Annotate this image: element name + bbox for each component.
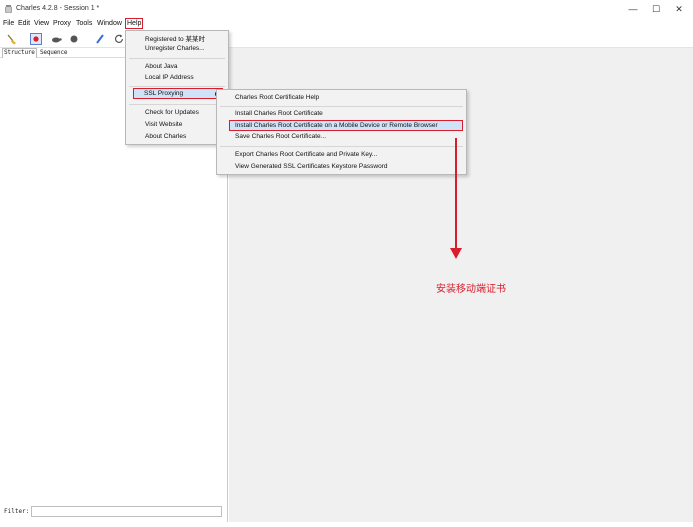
- menu-window[interactable]: Window: [97, 20, 122, 27]
- menu-bar: File Edit View Proxy Tools Window Help: [0, 18, 693, 30]
- minimize-button[interactable]: —: [624, 3, 642, 15]
- ssl-proxying-submenu: Charles Root Certificate Help Install Ch…: [216, 89, 467, 175]
- menu-edit[interactable]: Edit: [18, 20, 30, 27]
- submenu-item-install-mobile-cert-label: Install Charles Root Certificate on a Mo…: [235, 122, 438, 129]
- help-menu: Registered to 某某时 Unregister Charles... …: [125, 30, 229, 145]
- annotation-arrow-down-icon: [450, 248, 462, 259]
- menu-item-visit-website[interactable]: Visit Website: [145, 121, 182, 128]
- toolbar: [0, 30, 693, 48]
- menu-tools[interactable]: Tools: [76, 20, 92, 27]
- annotation-arrow-line: [455, 138, 457, 250]
- filter-bar: Filter:: [0, 503, 227, 520]
- submenu-item-export-cert[interactable]: Export Charles Root Certificate and Priv…: [235, 151, 377, 158]
- menu-separator: [129, 86, 225, 87]
- charles-jug-icon: [5, 5, 12, 13]
- filter-label: Filter:: [4, 508, 30, 515]
- submenu-item-root-cert-help[interactable]: Charles Root Certificate Help: [235, 94, 319, 101]
- menu-item-unregister[interactable]: Unregister Charles...: [145, 45, 205, 52]
- submenu-item-save-root-cert[interactable]: Save Charles Root Certificate...: [235, 133, 326, 140]
- tab-sequence[interactable]: Sequence: [40, 49, 68, 56]
- record-icon: [33, 36, 39, 42]
- pen-icon[interactable]: [94, 33, 106, 45]
- window-title: Charles 4.2.8 - Session 1 *: [16, 5, 100, 12]
- menu-item-registered[interactable]: Registered to 某某时: [145, 33, 205, 43]
- menu-separator: [220, 106, 463, 107]
- menu-item-ssl-proxying-label: SSL Proxying: [144, 90, 184, 97]
- submenu-item-install-root-cert[interactable]: Install Charles Root Certificate: [235, 110, 323, 117]
- filter-input[interactable]: [31, 506, 222, 517]
- maximize-button[interactable]: ☐: [647, 3, 665, 15]
- close-button[interactable]: ✕: [670, 3, 688, 15]
- menu-item-check-updates[interactable]: Check for Updates: [145, 109, 199, 116]
- submenu-item-install-mobile-cert[interactable]: Install Charles Root Certificate on a Mo…: [229, 120, 463, 131]
- menu-item-local-ip[interactable]: Local IP Address: [145, 74, 194, 81]
- menu-view[interactable]: View: [34, 20, 49, 27]
- submenu-item-view-keystore-password[interactable]: View Generated SSL Certificates Keystore…: [235, 163, 387, 170]
- annotation-text: 安装移动端证书: [436, 284, 506, 295]
- menu-item-ssl-proxying[interactable]: SSL Proxying: [133, 88, 223, 99]
- refresh-icon[interactable]: [113, 33, 125, 45]
- menu-item-about-java[interactable]: About Java: [145, 63, 178, 70]
- breakpoint-icon[interactable]: [68, 33, 80, 45]
- turtle-icon[interactable]: [50, 33, 62, 45]
- menu-help[interactable]: Help: [125, 18, 144, 29]
- record-button[interactable]: [30, 33, 42, 45]
- menu-separator: [129, 58, 225, 59]
- tab-structure[interactable]: Structure: [2, 48, 37, 58]
- menu-file[interactable]: File: [3, 20, 14, 27]
- menu-separator: [220, 146, 463, 147]
- menu-item-about-charles[interactable]: About Charles: [145, 133, 186, 140]
- broom-icon[interactable]: [5, 33, 17, 45]
- menu-separator: [129, 104, 225, 105]
- title-bar: Charles 4.2.8 - Session 1 * — ☐ ✕: [0, 0, 693, 18]
- menu-proxy[interactable]: Proxy: [53, 20, 71, 27]
